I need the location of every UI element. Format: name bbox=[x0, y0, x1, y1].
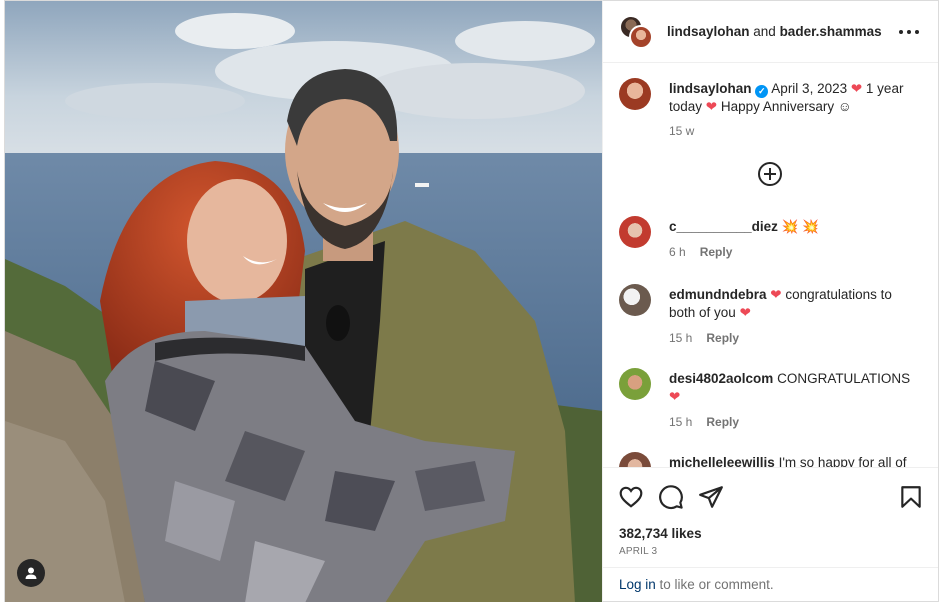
avatar[interactable] bbox=[619, 452, 651, 467]
user-icon bbox=[25, 567, 37, 579]
more-dot-icon bbox=[899, 30, 903, 34]
comment-item: michelleleewillis I'm so happy for all o… bbox=[619, 452, 924, 467]
red-heart-emoji-icon: ❤ bbox=[770, 287, 782, 302]
red-heart-emoji-icon: ❤ bbox=[705, 99, 718, 114]
reply-button[interactable]: Reply bbox=[706, 413, 739, 431]
post-authors: lindsaylohan and bader.shammas bbox=[667, 24, 882, 39]
post-date[interactable]: APRIL 3 bbox=[619, 546, 657, 557]
avatar[interactable] bbox=[619, 78, 651, 110]
collab-avatars[interactable] bbox=[619, 15, 655, 51]
comment-item: desi4802aolcom CONGRATULATIONS ❤ 15 h Re… bbox=[619, 368, 924, 438]
comment-username[interactable]: edmundndebra bbox=[669, 287, 767, 302]
avatar[interactable] bbox=[619, 368, 651, 400]
comment-text: 💥 💥 bbox=[777, 219, 819, 234]
author-link[interactable]: lindsaylohan bbox=[667, 24, 750, 39]
tagged-users-button[interactable] bbox=[17, 559, 45, 587]
post-photo[interactable] bbox=[4, 0, 602, 602]
comment-username[interactable]: desi4802aolcom bbox=[669, 371, 773, 386]
verified-badge-icon: ✓ bbox=[755, 85, 769, 98]
heart-outline-icon[interactable] bbox=[618, 484, 644, 510]
avatar[interactable] bbox=[619, 216, 651, 248]
red-heart-emoji-icon: ❤ bbox=[850, 81, 863, 96]
login-prompt-text: to like or comment. bbox=[655, 577, 774, 592]
red-heart-emoji-icon: ❤ bbox=[669, 389, 681, 404]
post-actions: 382,734 likes APRIL 3 bbox=[603, 467, 938, 567]
comment-bubble-icon[interactable] bbox=[658, 484, 684, 510]
reply-button[interactable]: Reply bbox=[700, 243, 733, 261]
comment-item: edmundndebra ❤ congratulations to both o… bbox=[619, 284, 924, 354]
avatar bbox=[629, 25, 653, 49]
more-dot-icon bbox=[907, 30, 911, 34]
load-more-comments-button[interactable] bbox=[758, 162, 782, 186]
comment-text: I'm so happy for all of bbox=[774, 455, 907, 467]
comment-time: 6 h bbox=[669, 245, 686, 259]
caption-text: Happy Anniversary ☺ bbox=[717, 99, 852, 114]
avatar[interactable] bbox=[619, 284, 651, 316]
comment-time: 15 h bbox=[669, 331, 693, 345]
login-link[interactable]: Log in bbox=[619, 577, 656, 592]
more-options-button[interactable] bbox=[899, 23, 919, 41]
comment-time: 15 h bbox=[669, 415, 693, 429]
caption-username[interactable]: lindsaylohan bbox=[669, 81, 752, 96]
post-sidebar: lindsaylohan and bader.shammas lindsaylo… bbox=[602, 0, 939, 602]
comment-item: c__________diez 💥 💥 6 h Reply bbox=[619, 216, 924, 286]
reply-button[interactable]: Reply bbox=[706, 329, 739, 347]
author-link[interactable]: bader.shammas bbox=[780, 24, 882, 39]
like-count[interactable]: 382,734 likes bbox=[619, 526, 702, 541]
caption-time: 15 w bbox=[669, 124, 695, 138]
paper-plane-icon[interactable] bbox=[698, 484, 724, 510]
comment-text: CONGRATULATIONS bbox=[773, 371, 911, 386]
couple-photo bbox=[5, 1, 602, 602]
red-heart-emoji-icon: ❤ bbox=[739, 305, 751, 320]
post-header: lindsaylohan and bader.shammas bbox=[603, 1, 938, 63]
bookmark-icon[interactable] bbox=[898, 484, 924, 510]
comments-list[interactable]: lindsaylohan ✓ April 3, 2023 ❤ 1 year to… bbox=[603, 64, 938, 467]
more-dot-icon bbox=[915, 30, 919, 34]
login-prompt: Log in to like or comment. bbox=[603, 567, 938, 601]
caption-text: April 3, 2023 bbox=[768, 81, 851, 96]
comment-username[interactable]: michelleleewillis bbox=[669, 455, 775, 467]
comment-username[interactable]: c__________diez bbox=[669, 219, 778, 234]
author-joiner: and bbox=[749, 24, 780, 39]
